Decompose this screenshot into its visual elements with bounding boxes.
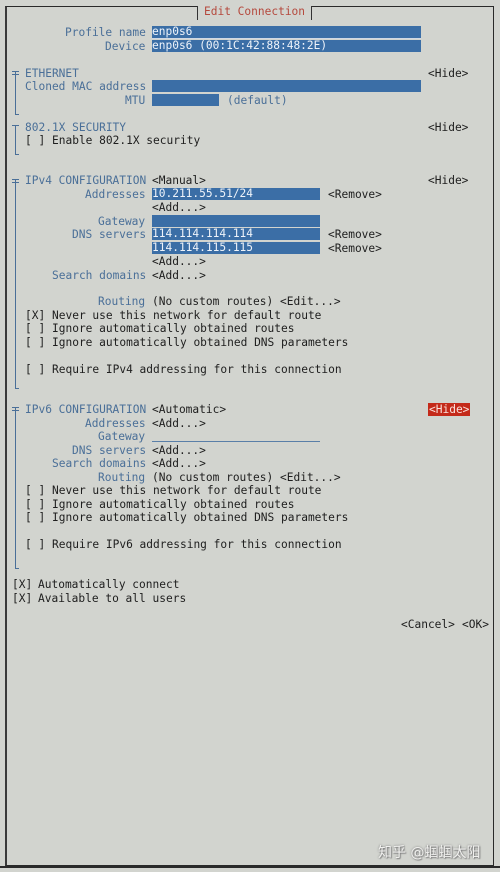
ipv4-search-domains-label: Search domains (52, 269, 147, 282)
ipv6-addresses-label: Addresses (85, 417, 146, 430)
cloned-mac-label: Cloned MAC address (25, 80, 147, 93)
ipv6-ignore-routes-label[interactable]: Ignore automatically obtained routes (52, 498, 294, 511)
security-hide-button[interactable]: <Hide> (428, 121, 468, 134)
ipv4-routing-edit-button[interactable]: <Edit...> (280, 295, 341, 308)
ipv6-require-label[interactable]: Require IPv6 addressing for this connect… (52, 538, 342, 551)
device-input[interactable]: enp0s6 (00:1C:42:88:48:2E) (152, 40, 421, 52)
auto-connect-label[interactable]: Automatically connect (38, 578, 179, 591)
ipv4-section-bracket (12, 179, 19, 389)
ipv4-hide-button[interactable]: <Hide> (428, 174, 468, 187)
ipv6-ignore-routes-checkbox[interactable]: [ ] (25, 498, 45, 511)
ipv6-never-default-label[interactable]: Never use this network for default route (52, 484, 321, 497)
dialog-title: Edit Connection (197, 6, 313, 20)
auto-connect-checkbox[interactable]: [X] (12, 578, 32, 591)
ipv6-address-add-button[interactable]: <Add...> (152, 417, 206, 430)
device-label: Device (105, 40, 146, 53)
ipv4-dns-remove-button-2[interactable]: <Remove> (328, 242, 382, 255)
ipv4-gateway-input[interactable] (152, 215, 320, 227)
ipv6-gateway-label: Gateway (98, 430, 146, 443)
ipv6-dns-add-button[interactable]: <Add...> (152, 444, 206, 457)
ipv6-routing-edit-button[interactable]: <Edit...> (280, 471, 341, 484)
enable-8021x-checkbox[interactable]: [ ] (25, 134, 45, 147)
ipv6-routing-label: Routing (98, 471, 146, 484)
mtu-default-hint: (default) (227, 94, 288, 107)
profile-name-label: Profile name (65, 26, 146, 39)
ipv6-gateway-input[interactable] (152, 441, 320, 442)
ethernet-hide-button[interactable]: <Hide> (428, 67, 468, 80)
ipv4-ignore-routes-checkbox[interactable]: [ ] (25, 322, 45, 335)
ipv4-section-header: IPv4 CONFIGURATION (25, 174, 147, 187)
ipv4-dns-add-button[interactable]: <Add...> (152, 255, 206, 268)
ipv4-address-add-button[interactable]: <Add...> (152, 201, 206, 214)
mtu-label: MTU (125, 94, 146, 107)
ipv4-addresses-label: Addresses (85, 188, 146, 201)
ipv6-ignore-dns-checkbox[interactable]: [ ] (25, 511, 45, 524)
security-section-bracket (12, 125, 19, 155)
ipv4-mode-dropdown[interactable]: <Manual> (152, 174, 206, 187)
ipv6-require-checkbox[interactable]: [ ] (25, 538, 45, 551)
watermark: 知乎 @蝈蝈太阳 (378, 845, 481, 861)
ipv6-ignore-dns-label[interactable]: Ignore automatically obtained DNS parame… (52, 511, 348, 524)
ipv6-dns-label: DNS servers (72, 444, 147, 457)
ipv4-require-label[interactable]: Require IPv4 addressing for this connect… (52, 363, 342, 376)
cancel-button[interactable]: <Cancel> (401, 618, 455, 631)
ipv4-ignore-routes-label[interactable]: Ignore automatically obtained routes (52, 322, 294, 335)
ethernet-section-bracket (12, 71, 19, 115)
ipv4-routing-value: (No custom routes) (152, 295, 274, 308)
mtu-input[interactable] (152, 94, 219, 106)
ipv6-hide-button[interactable]: <Hide> (428, 403, 471, 416)
ipv6-search-domains-add-button[interactable]: <Add...> (152, 457, 206, 470)
screen-bottom-border (0, 866, 500, 868)
ipv4-gateway-label: Gateway (98, 215, 146, 228)
ipv4-dns-label: DNS servers (72, 228, 147, 241)
ipv4-address-remove-button[interactable]: <Remove> (328, 188, 382, 201)
ipv6-routing-value: (No custom routes) (152, 471, 274, 484)
security-section-header[interactable]: 802.1X SECURITY (25, 121, 126, 134)
ipv4-routing-label: Routing (98, 295, 146, 308)
ipv4-never-default-checkbox[interactable]: [X] (25, 309, 45, 322)
cloned-mac-input[interactable] (152, 80, 421, 92)
ipv6-section-bracket (12, 407, 19, 569)
ipv6-never-default-checkbox[interactable]: [ ] (25, 484, 45, 497)
ipv6-mode-dropdown[interactable]: <Automatic> (152, 403, 226, 416)
ipv6-section-header: IPv6 CONFIGURATION (25, 403, 147, 416)
ipv4-address-input[interactable]: 10.211.55.51/24 (152, 188, 320, 200)
ipv4-dns-input-2[interactable]: 114.114.115.115 (152, 242, 320, 254)
ipv4-require-checkbox[interactable]: [ ] (25, 363, 45, 376)
ipv4-dns-remove-button-1[interactable]: <Remove> (328, 228, 382, 241)
all-users-checkbox[interactable]: [X] (12, 592, 32, 605)
ethernet-section-header[interactable]: ETHERNET (25, 67, 79, 80)
ipv4-never-default-label[interactable]: Never use this network for default route (52, 309, 321, 322)
enable-8021x-label[interactable]: Enable 802.1X security (52, 134, 200, 147)
ipv4-ignore-dns-checkbox[interactable]: [ ] (25, 336, 45, 349)
ipv4-dns-input-1[interactable]: 114.114.114.114 (152, 228, 320, 240)
ipv4-search-domains-add-button[interactable]: <Add...> (152, 269, 206, 282)
ipv4-ignore-dns-label[interactable]: Ignore automatically obtained DNS parame… (52, 336, 348, 349)
ok-button[interactable]: <OK> (462, 618, 489, 631)
profile-name-input[interactable]: enp0s6 (152, 26, 421, 38)
all-users-label[interactable]: Available to all users (38, 592, 186, 605)
ipv6-search-domains-label: Search domains (52, 457, 147, 470)
